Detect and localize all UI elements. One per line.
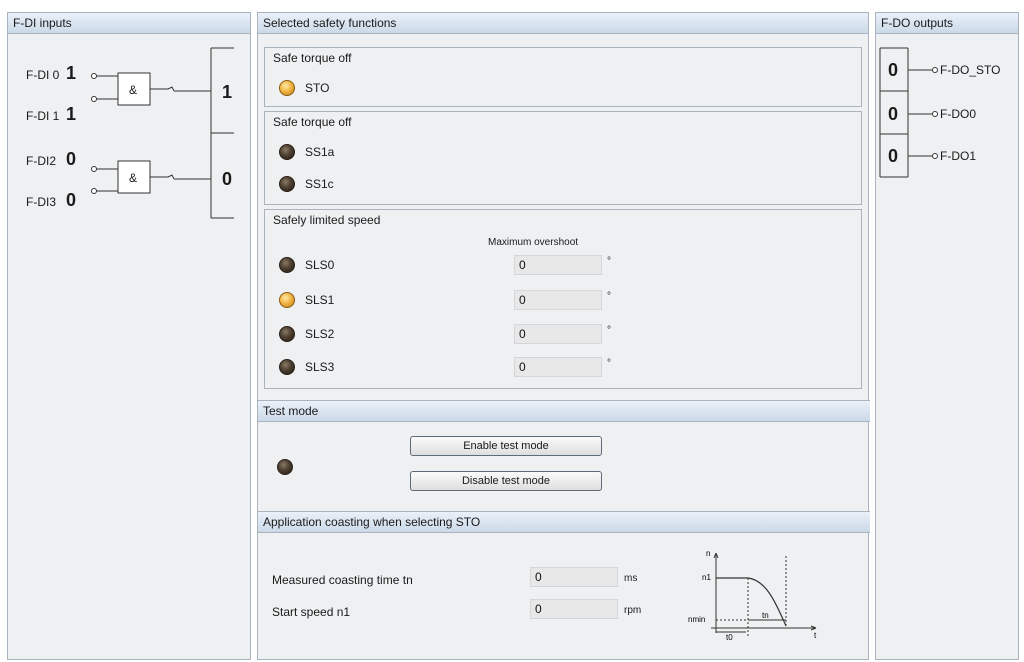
sto-indicator-led [279, 80, 295, 96]
ss1c-indicator-led [279, 176, 295, 192]
group-title: Safe torque off [273, 115, 352, 129]
ss1a-indicator-led [279, 144, 295, 160]
safety-panel-title: Selected safety functions [258, 13, 868, 34]
fdo-1-value: 0 [888, 146, 899, 166]
sls0-unit: ° [607, 256, 611, 267]
diagram-nmin-label: nmin [688, 615, 705, 624]
sls1-unit: ° [607, 291, 611, 302]
ss1c-label: SS1c [305, 177, 334, 191]
fdi-output-1-value: 1 [222, 82, 233, 102]
start-speed-field[interactable]: 0 [530, 599, 618, 619]
coasting-time-field[interactable]: 0 [530, 567, 618, 587]
sls2-indicator-led [279, 326, 295, 342]
diagram-n1-label: n1 [702, 573, 711, 582]
sls0-indicator-led [279, 257, 295, 273]
fdo-0-label: F-DO0 [940, 107, 976, 121]
start-speed-unit: rpm [624, 605, 642, 616]
sls3-indicator-led [279, 359, 295, 375]
sls0-overshoot-field[interactable]: 0 [514, 255, 602, 275]
fdi-inputs-panel: F-DI inputs F-DI 0 1 F-DI 1 1 F-DI2 0 F-… [7, 12, 251, 660]
coasting-time-label: Measured coasting time tn [272, 573, 413, 587]
max-overshoot-header: Maximum overshoot [488, 237, 579, 248]
fdo-sto-value: 0 [888, 60, 899, 80]
safety-functions-panel: Selected safety functions Safe torque of… [257, 12, 870, 660]
sls1-label: SLS1 [305, 293, 335, 307]
fdi-output-2-value: 0 [222, 169, 233, 189]
coasting-curve-diagram: n n1 nmin t t0 tn [688, 549, 817, 642]
fdo-outputs-panel: F-DO outputs 0 F-DO_STO 0 F-DO0 0 F-DO1 [875, 12, 1019, 660]
coasting-time-unit: ms [624, 573, 638, 584]
sls2-unit: ° [607, 325, 611, 336]
group-safe-torque-off-sto: Safe torque off STO [264, 47, 862, 107]
diagram-t-label: t [814, 631, 817, 640]
sls2-label: SLS2 [305, 327, 335, 341]
diagram-tn-label: tn [762, 611, 769, 620]
diagram-t0-label: t0 [726, 633, 733, 642]
fdo-0-value: 0 [888, 104, 899, 124]
sls3-overshoot-field[interactable]: 0 [514, 357, 602, 377]
sls3-unit: ° [607, 358, 611, 369]
sls3-label: SLS3 [305, 360, 335, 374]
sls0-label: SLS0 [305, 258, 335, 272]
test-mode-indicator-led [277, 459, 293, 475]
test-mode-header: Test mode [258, 400, 870, 422]
and-gate-2-symbol: & [129, 171, 138, 185]
coasting-header: Application coasting when selecting STO [258, 511, 870, 533]
ss1a-label: SS1a [305, 145, 335, 159]
group-safe-torque-off-ss1: Safe torque off SS1a SS1c [264, 111, 862, 205]
fdo-1-label: F-DO1 [940, 149, 976, 163]
diagram-n-label: n [706, 549, 710, 558]
group-title: Safe torque off [273, 51, 352, 65]
sls1-indicator-led [279, 292, 295, 308]
group-safely-limited-speed: Safely limited speed Maximum overshoot S… [264, 209, 862, 389]
enable-test-mode-button[interactable]: Enable test mode [410, 436, 602, 456]
sls1-overshoot-field[interactable]: 0 [514, 290, 602, 310]
group-title: Safely limited speed [273, 213, 381, 227]
disable-test-mode-button[interactable]: Disable test mode [410, 471, 602, 491]
sto-label: STO [305, 81, 330, 95]
and-gate-1-symbol: & [129, 83, 138, 97]
sls2-overshoot-field[interactable]: 0 [514, 324, 602, 344]
fdo-sto-label: F-DO_STO [940, 63, 1001, 77]
fdi-logic-diagram [91, 47, 234, 219]
start-speed-label: Start speed n1 [272, 605, 351, 619]
